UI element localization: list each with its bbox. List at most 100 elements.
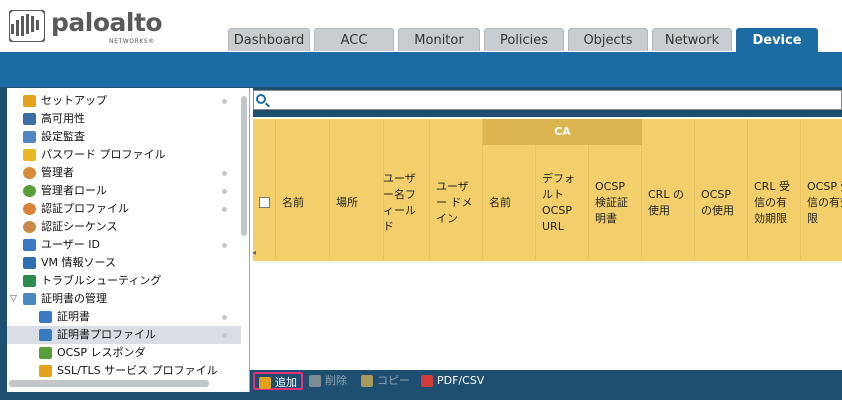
column-header-ocsp-receive-expiry[interactable]: OCSP 受信の有効期限	[801, 119, 842, 261]
sidebar-item-admin-roles[interactable]: 管理者ロール	[7, 182, 241, 200]
column-header-ca-name[interactable]: 名前	[483, 145, 536, 261]
sidebar-item-label: 証明書プロファイル	[57, 328, 156, 341]
pdf-csv-button[interactable]: PDF/CSV	[417, 372, 487, 390]
sidebar-item-administrators[interactable]: 管理者	[7, 164, 241, 182]
column-label: CRL の使用	[648, 188, 684, 217]
tab-device[interactable]: Device	[736, 28, 818, 52]
status-dot	[222, 333, 227, 338]
add-label: 追加	[275, 376, 297, 389]
copy-label: コピー	[377, 374, 410, 387]
sidebar-item-label: 管理者ロール	[41, 184, 107, 197]
delete-label: 削除	[325, 374, 347, 387]
sidebar-item-certificate-management[interactable]: ▽ 証明書の管理	[7, 290, 241, 308]
tab-dashboard[interactable]: Dashboard	[228, 28, 310, 51]
troubleshooting-icon	[23, 275, 36, 287]
select-all-column	[253, 119, 276, 261]
status-dot	[222, 243, 227, 248]
column-header-crl-receive-expiry[interactable]: CRL 受信の有効期限	[748, 119, 801, 261]
sidebar-item-label: 高可用性	[41, 112, 85, 125]
tab-monitor[interactable]: Monitor	[398, 28, 480, 51]
search-input[interactable]	[253, 90, 842, 110]
sidebar-item-auth-sequence[interactable]: 認証シーケンス	[7, 218, 241, 236]
user-id-icon	[23, 239, 36, 251]
column-header-use-crl[interactable]: CRL の使用	[642, 119, 695, 261]
sidebar-item-user-id[interactable]: ユーザー ID	[7, 236, 241, 254]
tab-acc[interactable]: ACC	[314, 28, 394, 51]
select-all-checkbox[interactable]	[259, 197, 270, 208]
column-label: OCSP 検証証明書	[595, 180, 628, 225]
status-dot	[222, 315, 227, 320]
password-profile-icon	[23, 149, 36, 161]
sidebar-item-password-profile[interactable]: パスワード プロファイル	[7, 146, 241, 164]
add-button[interactable]: 追加	[253, 372, 303, 390]
certificate-profile-table: 名前 場所 ユーザー名フィールド ユーザー ドメイン CA 名前 デフォルト O…	[253, 117, 842, 370]
pdf-icon	[421, 375, 433, 387]
column-label: 名前	[489, 196, 511, 209]
auth-sequence-icon	[23, 221, 36, 233]
sidebar-item-vm-info-source[interactable]: VM 情報ソース	[7, 254, 241, 272]
tab-network[interactable]: Network	[652, 28, 732, 51]
status-dot	[222, 189, 227, 194]
status-dot	[222, 171, 227, 176]
pdf-csv-label: PDF/CSV	[437, 374, 485, 387]
copy-button[interactable]: コピー	[357, 372, 417, 390]
column-header-location[interactable]: 場所	[330, 119, 384, 261]
sidebar-item-troubleshooting[interactable]: トラブルシューティング	[7, 272, 241, 290]
auth-profile-icon	[23, 203, 36, 215]
column-header-use-ocsp[interactable]: OCSP の使用	[695, 119, 748, 261]
table-body	[253, 261, 258, 370]
column-label: OCSP の使用	[701, 188, 734, 217]
logo-bars-icon	[9, 10, 45, 42]
sidebar-item-certificate-profile[interactable]: 証明書プロファイル	[7, 326, 241, 344]
high-availability-icon	[23, 113, 36, 125]
status-dot	[222, 99, 227, 104]
logo-subtext: NETWORKS®	[109, 38, 155, 45]
table-header: 名前 場所 ユーザー名フィールド ユーザー ドメイン CA 名前 デフォルト O…	[253, 119, 842, 261]
column-label: OCSP 受信の有効期限	[807, 180, 842, 225]
column-header-name[interactable]: 名前	[276, 119, 330, 261]
sidebar-item-label: 設定監査	[41, 130, 85, 143]
sidebar-item-certificates[interactable]: 証明書	[7, 308, 241, 326]
sidebar-item-auth-profile[interactable]: 認証プロファイル	[7, 200, 241, 218]
ca-group-header: CA	[483, 119, 642, 145]
column-label: 場所	[336, 196, 358, 209]
ssl-tls-profile-icon	[39, 365, 52, 377]
sidebar-item-label: OCSP レスポンダ	[57, 346, 146, 359]
header: paloalto NETWORKS® Dashboard ACC Monitor…	[0, 0, 842, 52]
vm-info-source-icon	[23, 257, 36, 269]
sidebar-item-ssl-tls-profile[interactable]: SSL/TLS サービス プロファイル	[7, 362, 241, 380]
tree-expand-icon[interactable]: ▽	[10, 290, 17, 308]
sidebar-vertical-scrollbar[interactable]	[241, 96, 247, 236]
sidebar-item-label: VM 情報ソース	[41, 256, 116, 269]
main-tabs: Dashboard ACC Monitor Policies Objects N…	[228, 28, 822, 52]
search-icon	[256, 94, 266, 104]
tab-policies[interactable]: Policies	[484, 28, 564, 51]
sidebar-item-label: 管理者	[41, 166, 74, 179]
delete-button[interactable]: 削除	[305, 372, 355, 390]
nav-band	[0, 52, 842, 87]
collapse-arrow-icon[interactable]: ◂	[252, 248, 256, 257]
sidebar-item-ocsp-responder[interactable]: OCSP レスポンダ	[7, 344, 241, 362]
administrator-icon	[23, 167, 36, 179]
paloalto-logo: paloalto NETWORKS®	[9, 8, 163, 48]
sidebar-item-high-availability[interactable]: 高可用性	[7, 110, 241, 128]
column-header-ocsp-verify-cert[interactable]: OCSP 検証証明書	[589, 145, 642, 261]
sidebar-item-label: SSL/TLS サービス プロファイル	[57, 364, 218, 377]
sidebar-item-label: 認証シーケンス	[41, 220, 118, 233]
sidebar-item-config-audit[interactable]: 設定監査	[7, 128, 241, 146]
sidebar-item-setup[interactable]: セットアップ	[7, 92, 241, 110]
sidebar-item-label: パスワード プロファイル	[41, 148, 166, 161]
sidebar-horizontal-scrollbar[interactable]	[9, 380, 209, 387]
certificate-icon	[39, 311, 52, 323]
column-header-default-ocsp-url[interactable]: デフォルト OCSP URL	[536, 145, 589, 261]
tab-objects[interactable]: Objects	[568, 28, 648, 51]
column-header-username-field[interactable]: ユーザー名フィールド	[377, 119, 430, 261]
sidebar-item-label: 証明書の管理	[41, 292, 107, 305]
certificate-management-icon	[23, 293, 36, 305]
column-label: 名前	[282, 196, 304, 209]
delete-icon	[309, 375, 321, 387]
column-label: ユーザー ドメイン	[436, 180, 473, 225]
config-audit-icon	[23, 131, 36, 143]
sidebar-item-label: 証明書	[57, 310, 90, 323]
column-header-user-domain[interactable]: ユーザー ドメイン	[430, 119, 483, 261]
